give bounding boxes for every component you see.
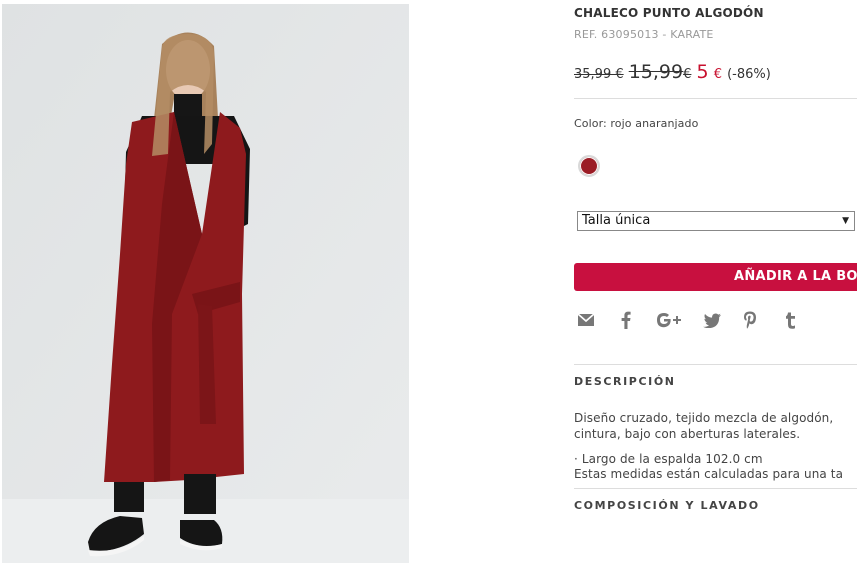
price-block: 35,99 € 15,99€ 5 € (-86%) xyxy=(574,61,771,83)
color-swatch[interactable] xyxy=(578,155,600,177)
pinterest-icon[interactable] xyxy=(740,308,760,332)
add-to-bag-button[interactable]: AÑADIR A LA BOLSA xyxy=(574,263,857,291)
tumblr-icon[interactable] xyxy=(780,308,800,332)
description-text: Diseño cruzado, tejido mezcla de algodón… xyxy=(574,411,834,425)
sale-price: 5 xyxy=(696,61,709,83)
composition-heading[interactable]: COMPOSICIÓN Y LAVADO xyxy=(574,499,760,512)
size-select[interactable]: Talla única ▼ xyxy=(577,211,855,231)
previous-price-currency: € xyxy=(683,67,692,82)
facebook-icon[interactable] xyxy=(616,308,636,332)
sale-price-currency: € xyxy=(713,67,722,82)
color-label: Color: rojo anaranjado xyxy=(574,117,699,130)
twitter-icon[interactable] xyxy=(702,308,722,332)
divider xyxy=(574,98,857,99)
product-image[interactable] xyxy=(2,4,409,563)
email-icon[interactable] xyxy=(576,308,596,332)
divider xyxy=(574,364,857,365)
product-info-panel: CHALECO PUNTO ALGODÓN REF. 63095013 - KA… xyxy=(574,0,857,563)
chevron-down-icon: ▼ xyxy=(842,216,849,226)
description-text: cintura, bajo con aberturas laterales. xyxy=(574,427,801,441)
discount-badge: (-86%) xyxy=(727,67,771,82)
description-heading[interactable]: DESCRIPCIÓN xyxy=(574,375,676,388)
description-note: Estas medidas están calculadas para una … xyxy=(574,467,844,481)
previous-price: 15,99 xyxy=(628,61,684,83)
google-plus-icon[interactable] xyxy=(656,308,682,332)
description-measure: · Largo de la espalda 102.0 cm xyxy=(574,452,763,466)
product-title: CHALECO PUNTO ALGODÓN xyxy=(574,6,764,20)
product-reference: REF. 63095013 - KARATE xyxy=(574,28,714,41)
divider xyxy=(574,488,857,489)
original-price: 35,99 € xyxy=(574,67,624,82)
size-selected-value: Talla única xyxy=(582,213,651,228)
